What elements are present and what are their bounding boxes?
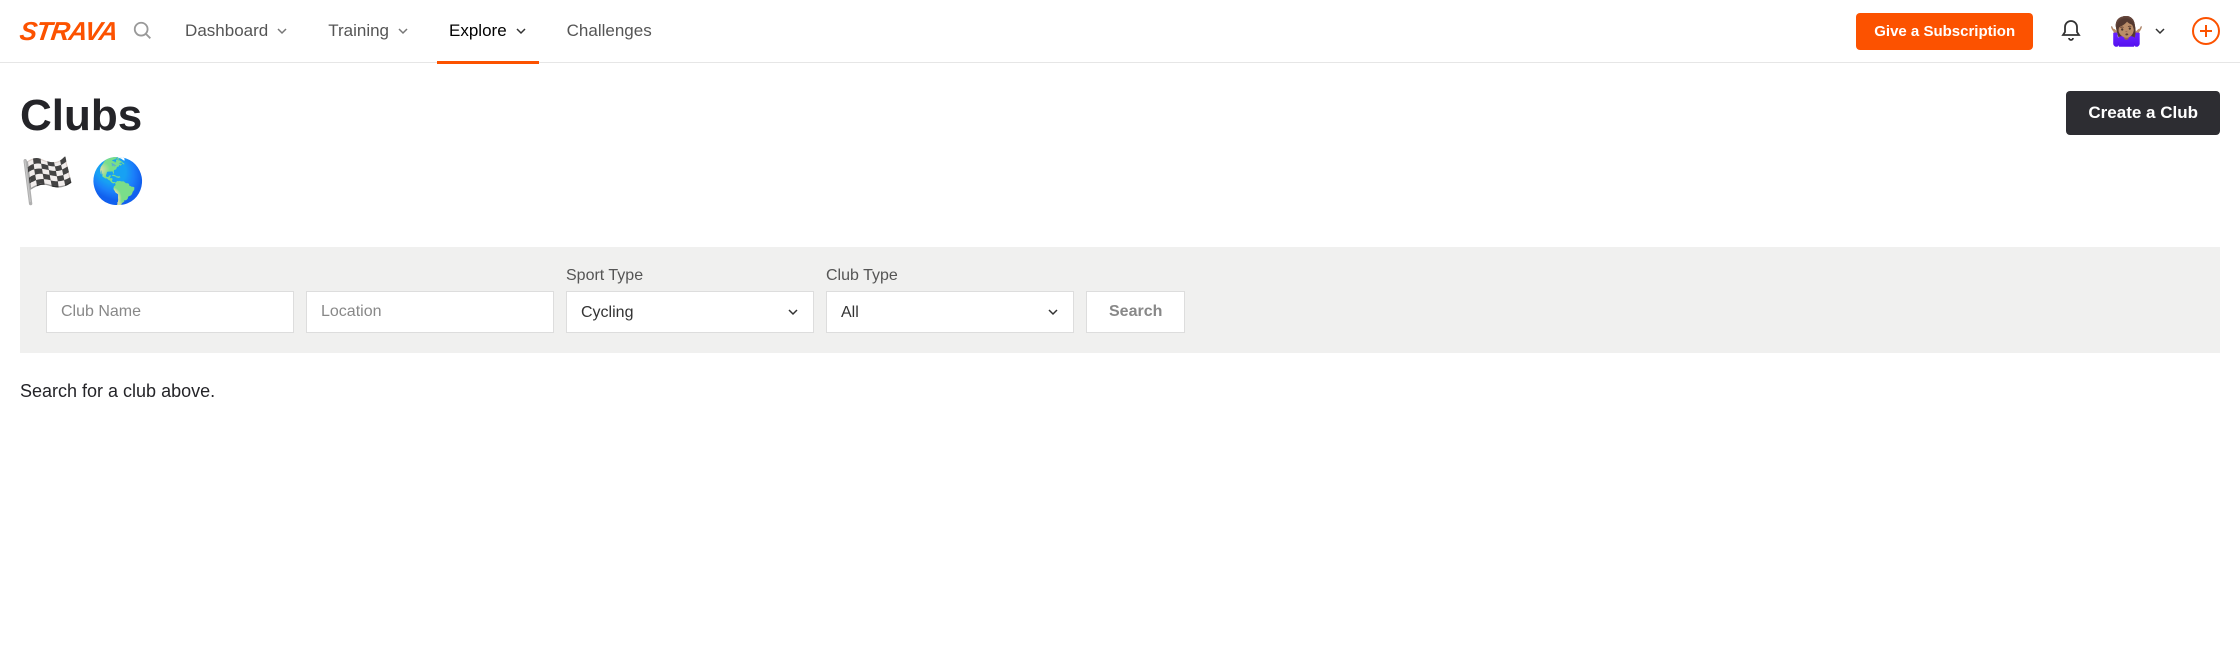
location-field	[306, 291, 554, 333]
search-button[interactable]: Search	[1086, 291, 1185, 333]
user-menu[interactable]: 🤷🏽‍♀️	[2109, 15, 2166, 48]
global-header: STRAVA Dashboard Training Explore Challe…	[0, 0, 2240, 63]
page-content: Clubs 🏁 🌎 Create a Club Sport Type Cycli…	[0, 63, 2240, 430]
club-search-panel: Sport Type Cycling Club Type All Search	[20, 247, 2220, 353]
notifications-icon[interactable]	[2059, 19, 2083, 43]
page-title: Clubs	[20, 91, 146, 141]
chevron-down-icon	[515, 25, 527, 37]
primary-nav: Dashboard Training Explore Challenges	[185, 0, 1856, 63]
avatar: 🤷🏽‍♀️	[2109, 15, 2144, 48]
chevron-down-icon	[2154, 25, 2166, 37]
flag-icon[interactable]: 🏁	[20, 155, 75, 207]
nav-dashboard[interactable]: Dashboard	[185, 0, 288, 63]
give-subscription-button[interactable]: Give a Subscription	[1856, 13, 2033, 50]
club-name-input[interactable]	[46, 291, 294, 333]
create-club-button[interactable]: Create a Club	[2066, 91, 2220, 135]
sport-type-field: Sport Type Cycling	[566, 267, 814, 333]
search-hint: Search for a club above.	[20, 381, 2220, 402]
nav-explore-label: Explore	[449, 21, 507, 41]
chevron-down-icon	[397, 25, 409, 37]
club-name-field	[46, 291, 294, 333]
emoji-row: 🏁 🌎	[20, 155, 146, 207]
nav-training-label: Training	[328, 21, 389, 41]
club-type-field: Club Type All	[826, 267, 1074, 333]
page-header: Clubs 🏁 🌎 Create a Club	[20, 91, 2220, 247]
search-icon[interactable]	[131, 19, 155, 43]
globe-icon[interactable]: 🌎	[91, 155, 146, 207]
add-icon[interactable]	[2192, 17, 2220, 45]
location-input[interactable]	[306, 291, 554, 333]
nav-training[interactable]: Training	[328, 0, 409, 63]
nav-challenges[interactable]: Challenges	[567, 0, 652, 63]
chevron-down-icon	[276, 25, 288, 37]
club-type-label: Club Type	[826, 267, 1074, 285]
nav-dashboard-label: Dashboard	[185, 21, 268, 41]
nav-explore[interactable]: Explore	[449, 0, 527, 63]
nav-challenges-label: Challenges	[567, 21, 652, 41]
brand-logo[interactable]: STRAVA	[18, 16, 119, 47]
sport-type-select[interactable]: Cycling	[566, 291, 814, 333]
sport-type-label: Sport Type	[566, 267, 814, 285]
header-right: Give a Subscription 🤷🏽‍♀️	[1856, 13, 2220, 50]
club-type-select[interactable]: All	[826, 291, 1074, 333]
page-title-block: Clubs 🏁 🌎	[20, 91, 146, 247]
